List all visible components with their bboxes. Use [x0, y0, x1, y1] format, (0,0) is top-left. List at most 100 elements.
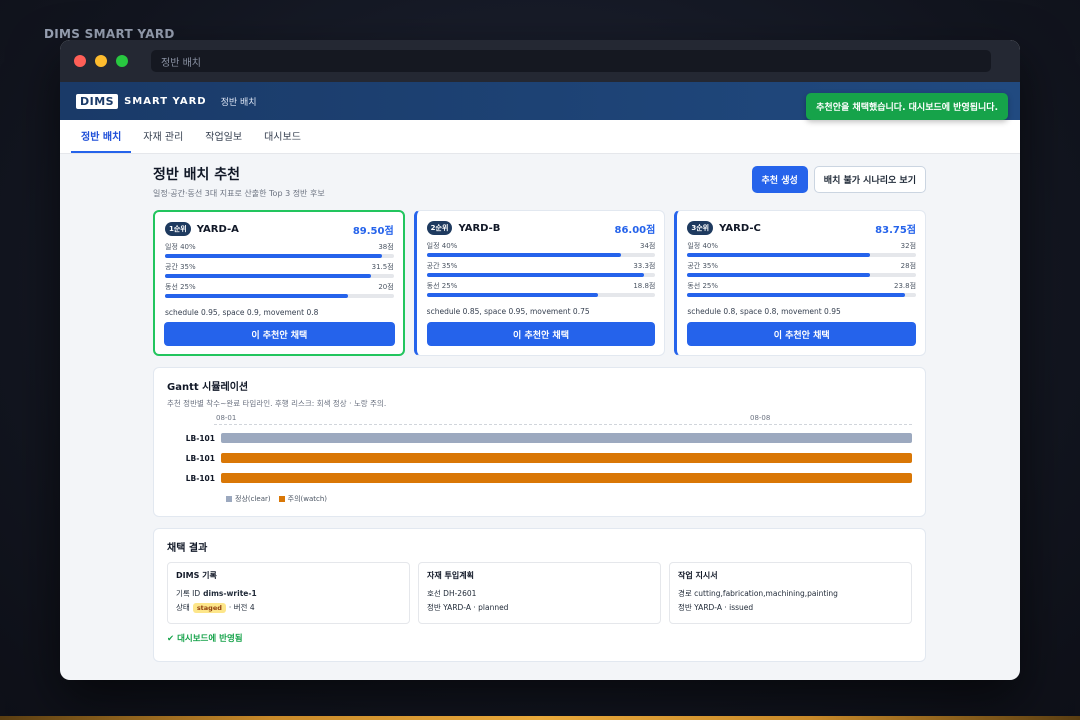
app-title: DIMS SMART YARD	[44, 27, 175, 41]
metric-label: 동선 25%	[426, 282, 458, 290]
close-window-icon[interactable]	[74, 55, 86, 67]
minimize-window-icon[interactable]	[95, 55, 107, 67]
metric-space: 공간 35% 33.3점	[426, 261, 656, 277]
metric-space: 공간 35% 31.5점	[165, 262, 394, 278]
score-bar-fill	[426, 273, 644, 277]
score-bar-fill	[426, 253, 622, 257]
metric-label: 일정 40%	[687, 242, 719, 250]
legend-swatch	[278, 496, 285, 502]
metric-schedule: 일정 40% 38점	[165, 242, 394, 258]
record-id-label: 기록 ID	[176, 589, 201, 598]
yard-name: YARD-B	[458, 222, 501, 234]
factor-summary: schedule 0.95, space 0.9, movement 0.8	[165, 308, 319, 317]
generate-recommendation-button[interactable]: 추천 생성	[751, 166, 808, 193]
gantt-axis-start: 08-01	[216, 414, 237, 422]
metric-value: 28점	[900, 262, 917, 270]
tab-yard-placement[interactable]: 정반 배치	[71, 128, 132, 153]
score-bar	[165, 274, 394, 278]
gantt-subtitle: 추천 정반별 착수~완료 타임라인. 후행 리스크: 회색 정상 · 노랑 주의…	[167, 399, 387, 408]
work-order-title: 작업 지시서	[678, 571, 718, 580]
recommendation-card-1: 1순위 YARD-A 89.50점 일정 40% 38점 공간 35% 31.5점 …	[153, 210, 405, 356]
result-title: 채택 결과	[167, 543, 208, 554]
gantt-row: LB-101	[167, 452, 912, 464]
score-bar	[687, 253, 917, 257]
reflected-text: 대시보드에 반영됨	[177, 634, 243, 644]
tab-dashboard[interactable]: 대시보드	[254, 128, 311, 153]
gantt-title: Gantt 시뮬레이션	[167, 382, 249, 393]
metric-schedule: 일정 40% 34점	[426, 241, 656, 257]
legend-swatch	[226, 496, 232, 502]
infeasible-scenario-button[interactable]: 배치 불가 시나리오 보기	[813, 166, 926, 193]
rank-badge: 3순위	[687, 221, 714, 235]
metric-value: 18.8점	[633, 282, 656, 290]
metric-label: 일정 40%	[426, 242, 458, 250]
gantt-bar-watch[interactable]	[221, 473, 912, 483]
work-order-yard-status: 정반 YARD-A · issued	[678, 603, 754, 612]
record-id: dims-write-1	[203, 589, 257, 598]
score-bar	[426, 273, 656, 277]
metric-schedule: 일정 40% 32점	[687, 241, 917, 257]
legend-label: 정상(clear)	[235, 495, 271, 503]
address-bar[interactable]: 정반 배치	[151, 50, 991, 72]
dims-record-title: DIMS 기록	[176, 571, 217, 580]
score-bar	[687, 293, 917, 297]
metric-movement: 동선 25% 23.8점	[687, 281, 917, 297]
gantt-axis-mid: 08-08	[750, 414, 771, 422]
material-plan-title: 자재 투입계획	[427, 571, 474, 580]
legend-label: 주의(watch)	[287, 495, 328, 503]
metric-value: 34점	[639, 242, 656, 250]
main-tabs: 정반 배치 자재 관리 작업일보 대시보드	[60, 120, 1020, 154]
tab-work-report[interactable]: 작업일보	[195, 128, 252, 153]
maximize-window-icon[interactable]	[116, 55, 128, 67]
metric-label: 동선 25%	[687, 282, 719, 290]
score-bar-fill	[165, 294, 348, 298]
hull-number: 호선 DH-2601	[427, 589, 477, 598]
adopt-button-2[interactable]: 이 추천안 채택	[426, 322, 656, 346]
rank-badge: 1순위	[165, 222, 191, 236]
score-bar	[165, 294, 394, 298]
total-score: 86.00점	[614, 224, 656, 236]
metric-label: 일정 40%	[165, 243, 196, 251]
gantt-panel: Gantt 시뮬레이션 추천 정반별 착수~완료 타임라인. 후행 리스크: 회…	[153, 367, 926, 517]
dims-record-box: DIMS 기록 기록 ID dims-write-1 상태 staged · 버전 4	[167, 562, 410, 624]
score-bar	[426, 253, 656, 257]
metric-label: 공간 35%	[426, 262, 458, 270]
score-bar-fill	[165, 254, 383, 258]
logo: DIMS	[76, 93, 119, 109]
logo-text: SMART YARD	[124, 95, 207, 107]
recommendation-cards: 1순위 YARD-A 89.50점 일정 40% 38점 공간 35% 31.5점 …	[153, 210, 927, 356]
material-plan-box: 자재 투입계획 호선 DH-2601 정반 YARD-A · planned	[418, 562, 661, 624]
material-yard-status: 정반 YARD-A · planned	[427, 603, 509, 612]
metric-space: 공간 35% 28점	[687, 261, 917, 277]
legend-item-clear: 정상(clear)	[226, 494, 271, 504]
yard-name: YARD-C	[719, 222, 761, 234]
adopt-button-3[interactable]: 이 추천안 채택	[687, 322, 917, 346]
metric-value: 32점	[900, 242, 917, 250]
metric-value: 33.3점	[633, 262, 656, 270]
metric-value: 31.5점	[371, 263, 394, 271]
metric-label: 동선 25%	[165, 283, 196, 291]
score-bar	[165, 254, 394, 258]
dashboard-reflected-status: ✔ 대시보드에 반영됨	[167, 632, 912, 644]
score-bar-fill	[165, 274, 371, 278]
yard-name: YARD-A	[196, 223, 239, 235]
rank-badge: 2순위	[426, 221, 453, 235]
gantt-row: LB-101	[167, 432, 912, 444]
check-icon: ✔	[167, 634, 175, 644]
score-bar-fill	[687, 253, 871, 257]
adopt-button-1[interactable]: 이 추천안 채택	[164, 322, 395, 346]
recommendation-card-3: 3순위 YARD-C 83.75점 일정 40% 32점 공간 35% 28점 동선…	[674, 210, 927, 356]
browser-window: 정반 배치 DIMS SMART YARD 정반 배치 추천안을 채택했습니다.…	[60, 40, 1020, 680]
gantt-bar-clear[interactable]	[221, 433, 912, 443]
score-bar	[426, 293, 656, 297]
status-badge: staged	[192, 602, 226, 613]
metric-movement: 동선 25% 20점	[165, 282, 394, 298]
recommendation-card-2: 2순위 YARD-B 86.00점 일정 40% 34점 공간 35% 33.3점 …	[413, 210, 666, 356]
gantt-bar-watch[interactable]	[221, 453, 912, 463]
score-bar-fill	[687, 273, 871, 277]
work-order-box: 작업 지시서 경로 cutting,fabrication,machining,…	[669, 562, 912, 624]
metric-movement: 동선 25% 18.8점	[426, 281, 656, 297]
tab-material[interactable]: 자재 관리	[133, 128, 193, 153]
page-title: 정반 배치 추천	[153, 167, 241, 183]
legend-item-watch: 주의(watch)	[278, 494, 328, 504]
